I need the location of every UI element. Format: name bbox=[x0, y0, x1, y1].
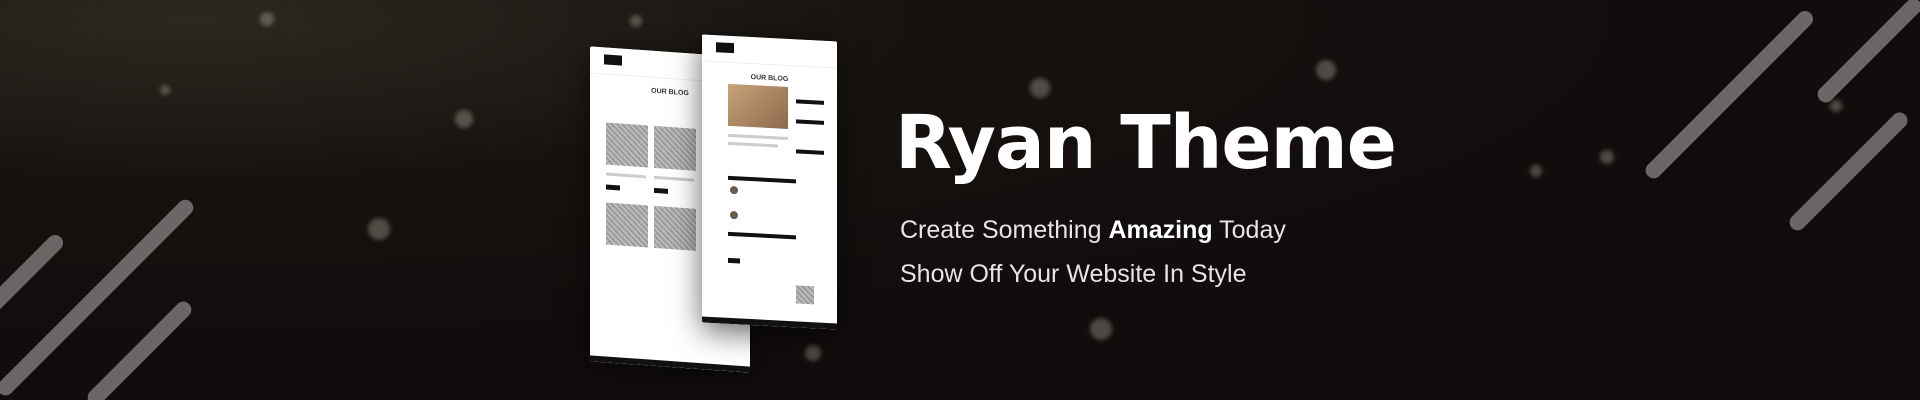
mockup-button bbox=[654, 187, 668, 194]
mockup-page-title: OUR BLOG bbox=[750, 74, 789, 83]
mockup-button bbox=[728, 257, 740, 264]
mockup-text-line bbox=[606, 172, 646, 179]
bokeh-light bbox=[160, 85, 170, 95]
mockup-thumbnail bbox=[606, 202, 648, 248]
decorative-stripe bbox=[84, 298, 195, 400]
mockup-logo bbox=[604, 54, 622, 66]
mockup-thumbnail bbox=[654, 205, 696, 251]
bokeh-light bbox=[1316, 60, 1336, 80]
mockup-button bbox=[606, 184, 620, 191]
mockup-sidebar-widget bbox=[796, 149, 824, 155]
mockup-avatar bbox=[730, 210, 738, 220]
mockup-text-line bbox=[728, 133, 788, 140]
mockup-sidebar-widget bbox=[796, 99, 824, 105]
tagline-primary: Create Something Amazing Today bbox=[900, 216, 1286, 245]
bokeh-light bbox=[1830, 100, 1842, 112]
tagline-text: Create Something bbox=[900, 216, 1109, 244]
bokeh-light bbox=[260, 12, 274, 26]
mockup-thumbnail bbox=[654, 125, 696, 171]
bokeh-light bbox=[368, 218, 390, 240]
mockup-form-bar bbox=[728, 231, 796, 240]
decorative-stripe bbox=[0, 196, 197, 399]
mockup-text-line bbox=[728, 141, 778, 148]
mockup-comments-bar bbox=[728, 175, 796, 184]
mockup-thumbnail bbox=[606, 122, 648, 168]
decorative-stripe bbox=[1786, 109, 1911, 234]
tagline-secondary: Show Off Your Website In Style bbox=[900, 260, 1247, 288]
decorative-stripe bbox=[1642, 7, 1817, 182]
decorative-stripe bbox=[1814, 0, 1920, 106]
bokeh-light bbox=[805, 345, 821, 361]
tagline-emphasis: Amazing bbox=[1108, 216, 1213, 244]
tagline-text: Today bbox=[1212, 216, 1286, 244]
mockup-text-line bbox=[654, 175, 694, 182]
headline: Ryan Theme bbox=[895, 100, 1397, 186]
bokeh-light bbox=[1600, 150, 1614, 164]
mockup-header bbox=[702, 34, 837, 69]
mockup-avatar bbox=[730, 185, 738, 195]
website-mockup-front: OUR BLOG bbox=[702, 34, 837, 330]
decorative-stripe bbox=[0, 231, 67, 314]
bokeh-light bbox=[1030, 78, 1050, 98]
mockup-thumbnail bbox=[796, 285, 814, 305]
hero-banner: OUR BLOG OUR BLOG Ryan Theme Create Some… bbox=[0, 0, 1920, 400]
bokeh-light bbox=[1090, 318, 1112, 340]
bokeh-light bbox=[630, 15, 642, 27]
mockup-logo bbox=[716, 42, 734, 54]
mockup-feature-image bbox=[728, 83, 788, 129]
mockup-sidebar-widget bbox=[796, 119, 824, 125]
bokeh-light bbox=[1530, 165, 1542, 177]
mockup-footer bbox=[590, 355, 750, 373]
bokeh-light bbox=[455, 110, 473, 128]
